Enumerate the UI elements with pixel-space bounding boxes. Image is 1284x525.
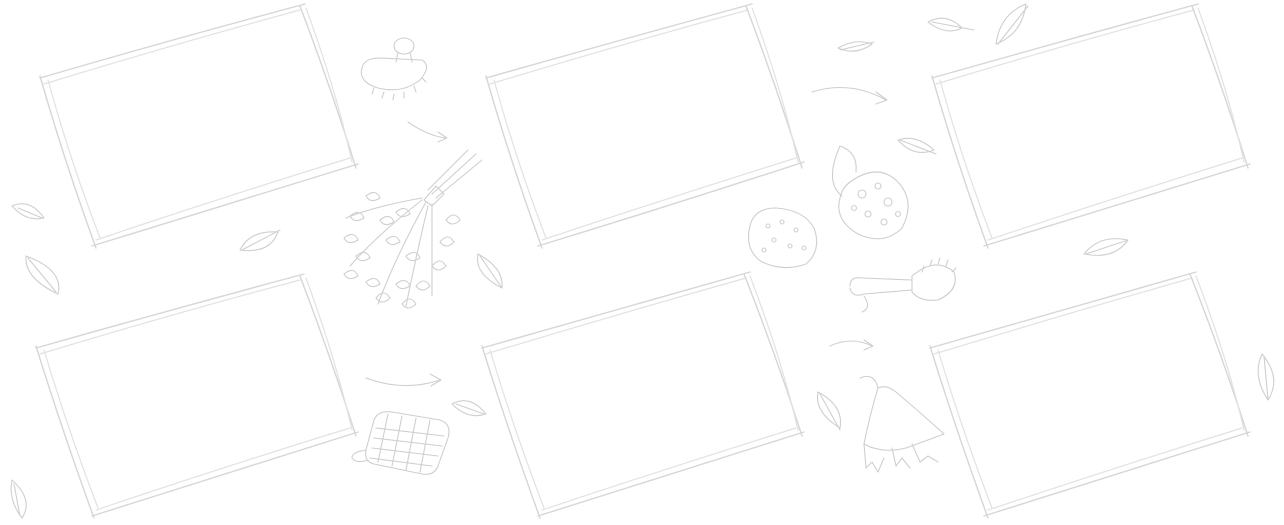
birch-broom-icon — [343, 149, 483, 309]
arrow-icon — [811, 87, 888, 105]
sponge-icon — [747, 207, 818, 269]
loofah-icon — [831, 145, 909, 240]
massage-brush-icon — [360, 37, 428, 101]
sauna-hat-icon — [859, 375, 945, 473]
photo-frame-4 — [35, 273, 359, 519]
arrow-icon — [365, 373, 442, 387]
background-scene — [10, 3, 1275, 519]
leaf-icon — [10, 3, 1275, 519]
bath-brush-icon — [849, 257, 957, 313]
scrub-mitt-icon — [351, 411, 450, 475]
photo-frame-5 — [481, 271, 805, 519]
arrow-icon — [829, 339, 874, 351]
photo-frame-1 — [39, 3, 359, 249]
arrow-icon — [407, 121, 448, 143]
photo-frame-6 — [929, 271, 1251, 519]
photo-frame-3 — [931, 3, 1251, 249]
photo-frame-2 — [485, 3, 805, 249]
